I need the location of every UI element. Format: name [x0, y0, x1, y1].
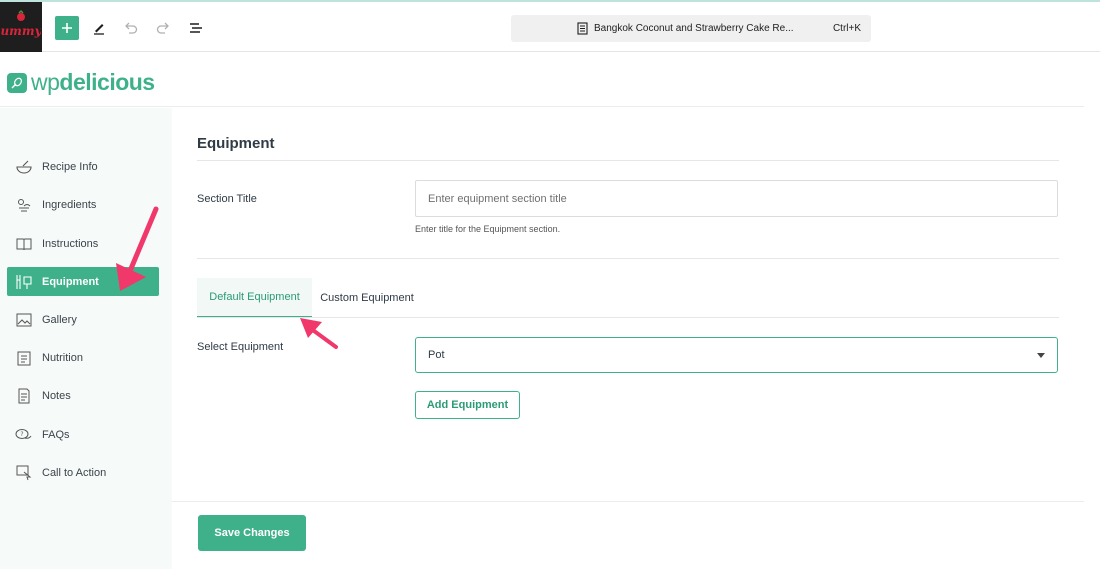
site-logo[interactable]: ummy: [0, 2, 42, 52]
annotation-arrow-icon: [116, 206, 159, 291]
sidebar-item-label: Recipe Info: [42, 160, 98, 173]
sidebar-item-nutrition[interactable]: Nutrition: [7, 343, 159, 372]
faq-icon: ?: [15, 426, 33, 444]
brand-suffix: delicious: [59, 69, 155, 95]
svg-text:?: ?: [20, 431, 23, 438]
list-view-icon: [190, 23, 202, 33]
document-overview-button[interactable]: [185, 17, 207, 39]
add-equipment-button[interactable]: Add Equipment: [415, 391, 520, 419]
editor-toolbar: ummy Bangkok Coconut and Strawberry Cake…: [0, 0, 1100, 52]
section-title-label: Section Title: [197, 193, 257, 205]
section-title-input[interactable]: [415, 180, 1058, 217]
wpdelicious-logo: wpdelicious: [7, 69, 155, 96]
plugin-header: wpdelicious: [0, 52, 1084, 107]
keyboard-shortcut: Ctrl+K: [832, 23, 861, 34]
document-title: Bangkok Coconut and Strawberry Cake Re..…: [594, 23, 794, 34]
redo-icon: [156, 22, 169, 34]
sidebar-item-label: FAQs: [42, 428, 70, 441]
footer-divider: [172, 501, 1084, 502]
sidebar-item-label: Ingredients: [42, 198, 97, 211]
sidebar-item-faqs[interactable]: ? FAQs: [7, 420, 159, 449]
tab-default-equipment[interactable]: Default Equipment: [197, 278, 312, 318]
undo-icon: [125, 22, 138, 34]
command-palette-bar[interactable]: Bangkok Coconut and Strawberry Cake Re..…: [511, 15, 871, 42]
pencil-icon: [94, 24, 104, 35]
recipe-sidebar-nav: Recipe Info Ingredients Instructions Equ…: [0, 108, 172, 569]
sidebar-item-recipe-info[interactable]: Recipe Info: [7, 152, 159, 181]
equipment-select[interactable]: Pot: [415, 337, 1058, 373]
utensils-icon: [15, 273, 33, 291]
sidebar-item-notes[interactable]: Notes: [7, 381, 159, 410]
bowl-icon: [15, 158, 33, 176]
section-title-help: Enter title for the Equipment section.: [415, 224, 561, 234]
save-changes-button[interactable]: Save Changes: [198, 515, 306, 551]
undo-button[interactable]: [120, 17, 142, 39]
plus-icon: [62, 23, 72, 33]
strawberry-logo-icon: ummy: [1, 9, 41, 38]
page-title: Equipment: [197, 135, 275, 152]
cursor-icon: [15, 464, 33, 482]
notes-icon: [15, 387, 33, 405]
annotation-arrow-icon: [300, 318, 338, 349]
sidebar-item-label: Call to Action: [42, 466, 107, 479]
tab-custom-equipment[interactable]: Custom Equipment: [312, 278, 422, 318]
book-icon: [15, 235, 33, 253]
add-block-button[interactable]: [55, 16, 79, 40]
ingredients-icon: [15, 196, 33, 214]
whisk-logo-icon: [7, 72, 27, 93]
sidebar-item-label: Notes: [42, 389, 71, 402]
sidebar-item-gallery[interactable]: Gallery: [7, 305, 159, 334]
svg-text:ummy: ummy: [1, 24, 41, 38]
sidebar-item-label: Instructions: [42, 237, 99, 250]
sidebar-item-call-to-action[interactable]: Call to Action: [7, 458, 159, 487]
document-icon: [577, 22, 588, 35]
divider: [197, 160, 1059, 161]
image-icon: [15, 311, 33, 329]
equipment-select-value: Pot: [428, 349, 445, 361]
nutrition-icon: [15, 349, 33, 367]
select-equipment-label: Select Equipment: [197, 341, 284, 353]
divider: [197, 258, 1059, 259]
redo-button[interactable]: [152, 17, 174, 39]
edit-tool-button[interactable]: [88, 17, 110, 39]
sidebar-item-label: Gallery: [42, 313, 77, 326]
sidebar-item-label: Equipment: [42, 275, 99, 288]
brand-prefix: wp: [31, 69, 60, 95]
sidebar-item-label: Nutrition: [42, 351, 83, 364]
chevron-down-icon: [1037, 353, 1045, 358]
